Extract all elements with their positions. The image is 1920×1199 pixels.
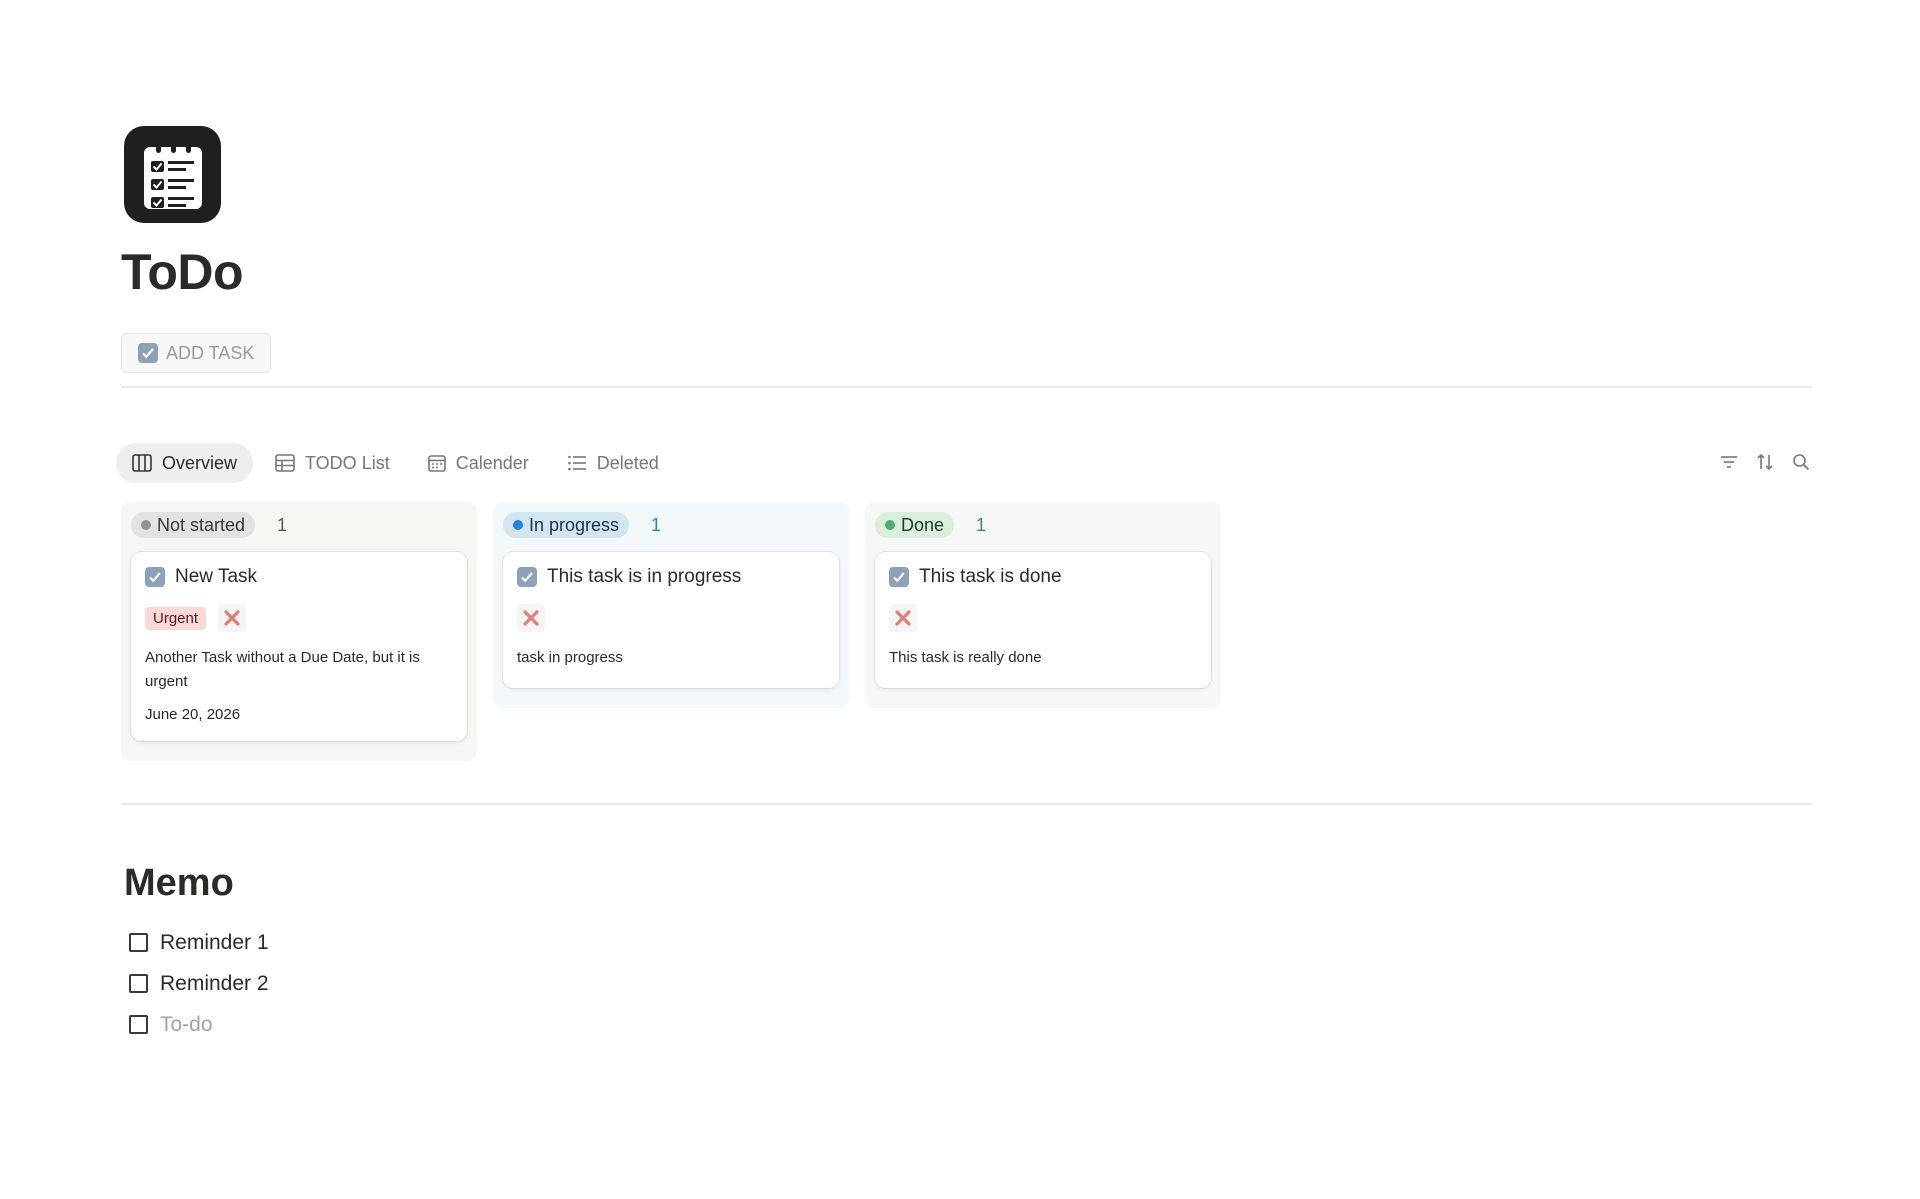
column-count: 1 — [976, 514, 987, 535]
check-box-emoji-icon — [889, 567, 909, 587]
card-description: This task is really done — [889, 649, 1042, 666]
add-task-label: ADD TASK — [166, 342, 255, 363]
todo-checkbox[interactable] — [129, 974, 148, 993]
task-card[interactable]: This task is in progress task in progres… — [503, 552, 839, 688]
todo-item: Reminder 2 — [129, 963, 269, 1004]
tab-todo-list[interactable]: TODO List — [259, 443, 406, 483]
status-badge[interactable]: Not started — [131, 512, 256, 538]
status-dot — [141, 520, 151, 530]
memo-todo-list: Reminder 1 Reminder 2 To-do — [129, 922, 269, 1045]
cross-mark-icon — [218, 604, 247, 632]
tab-overview-label: Overview — [162, 452, 238, 473]
status-badge[interactable]: Done — [875, 512, 955, 538]
card-title-text: This task is in progress — [547, 566, 742, 587]
column-not-started: Not started 1 New Task Urgent Another Ta… — [121, 502, 477, 761]
card-tags: Urgent — [145, 604, 453, 632]
divider-top — [121, 386, 1812, 388]
card-description: task in progress — [517, 649, 623, 666]
cross-mark-icon — [517, 604, 545, 632]
page-title: ToDo — [121, 244, 244, 300]
status-badge[interactable]: In progress — [503, 512, 630, 538]
column-done: Done 1 This task is done This task is re… — [865, 502, 1221, 708]
task-card[interactable]: New Task Urgent Another Task without a D… — [131, 552, 467, 741]
view-toolbar — [1718, 451, 1812, 473]
card-title: This task is done — [889, 566, 1197, 588]
tab-deleted-label: Deleted — [596, 452, 659, 473]
checklist-notepad-icon[interactable] — [124, 126, 221, 223]
column-header: Not started 1 — [131, 512, 467, 538]
todo-label[interactable]: Reminder 2 — [160, 972, 269, 996]
todo-item-empty: To-do — [129, 1004, 269, 1045]
view-tabs: Overview TODO List Calender Deleted — [116, 443, 675, 483]
sort-icon[interactable] — [1754, 451, 1776, 473]
status-dot — [885, 520, 895, 530]
todo-placeholder[interactable]: To-do — [160, 1013, 213, 1037]
card-tags — [889, 604, 1197, 632]
column-in-progress: In progress 1 This task is in progress t… — [493, 502, 849, 708]
column-count: 1 — [277, 514, 288, 535]
divider-bottom — [121, 803, 1812, 805]
card-due-date: June 20, 2026 — [145, 706, 241, 723]
status-label: Not started — [157, 514, 246, 535]
status-label: Done — [901, 514, 945, 535]
todo-checkbox[interactable] — [129, 1015, 148, 1034]
column-count: 1 — [651, 514, 662, 535]
card-description: Another Task without a Due Date, but it … — [145, 649, 420, 690]
cross-mark-icon — [889, 604, 917, 632]
check-box-emoji-icon — [517, 567, 537, 587]
card-title: New Task — [145, 566, 453, 588]
card-title-text: This task is done — [919, 566, 1062, 587]
check-box-emoji-icon — [145, 567, 165, 587]
status-label: In progress — [529, 514, 620, 535]
filter-icon[interactable] — [1718, 451, 1740, 473]
add-task-button[interactable]: ADD TASK — [121, 333, 272, 373]
tab-overview[interactable]: Overview — [116, 443, 254, 483]
kanban-board: Not started 1 New Task Urgent Another Ta… — [121, 502, 1221, 761]
calendar-icon — [427, 454, 446, 472]
tab-calender-label: Calender — [455, 452, 529, 473]
status-dot — [513, 520, 523, 530]
tag-urgent: Urgent — [145, 606, 207, 630]
list-icon — [567, 454, 587, 472]
card-tags — [517, 604, 825, 632]
card-title: This task is in progress — [517, 566, 825, 588]
tab-deleted[interactable]: Deleted — [551, 443, 675, 483]
search-icon[interactable] — [1790, 451, 1812, 473]
task-card[interactable]: This task is done This task is really do… — [875, 552, 1211, 688]
card-title-text: New Task — [175, 566, 258, 587]
column-header: Done 1 — [875, 512, 1211, 538]
tab-calender[interactable]: Calender — [412, 443, 545, 483]
table-icon — [275, 454, 295, 472]
board-columns-icon — [132, 454, 152, 472]
memo-heading: Memo — [124, 862, 234, 904]
check-box-emoji-icon — [138, 343, 158, 363]
tab-todo-list-label: TODO List — [305, 452, 390, 473]
todo-checkbox[interactable] — [129, 933, 148, 952]
todo-item: Reminder 1 — [129, 922, 269, 963]
todo-label[interactable]: Reminder 1 — [160, 931, 269, 955]
column-header: In progress 1 — [503, 512, 839, 538]
